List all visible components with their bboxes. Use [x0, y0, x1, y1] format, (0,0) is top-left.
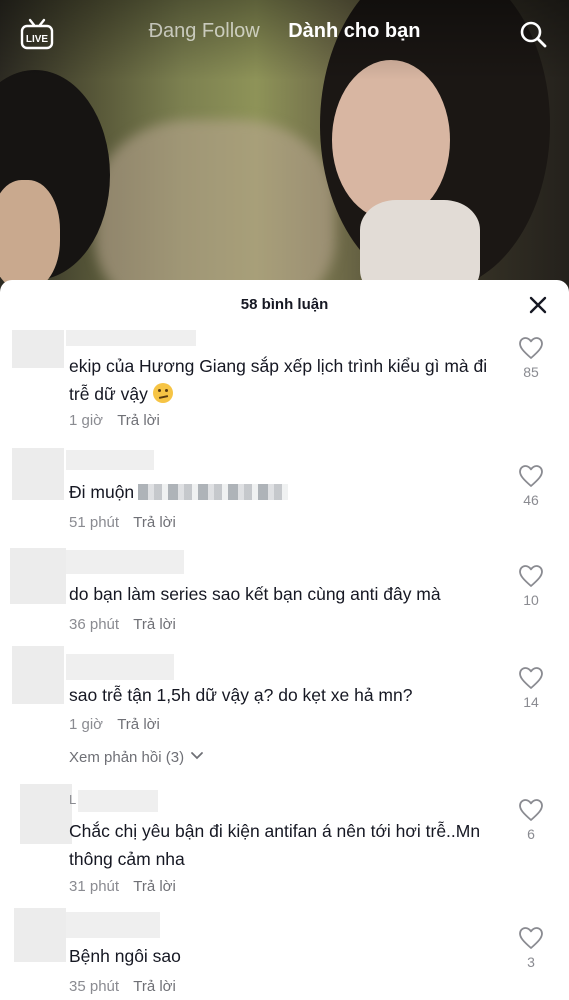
- username-initial: L: [69, 792, 77, 807]
- avatar[interactable]: [14, 908, 66, 962]
- like-count: 14: [523, 694, 539, 710]
- avatar[interactable]: [12, 646, 64, 704]
- avatar[interactable]: [12, 448, 64, 500]
- comment-time: 1 giờ: [69, 412, 104, 429]
- comment-meta: 1 giờ Trả lời: [69, 716, 160, 733]
- like-button[interactable]: 3: [511, 926, 551, 970]
- comment-item: do bạn làm series sao kết bạn cùng anti …: [0, 548, 569, 640]
- view-replies-button[interactable]: Xem phản hồi (3): [69, 749, 204, 766]
- comment-time: 31 phút: [69, 878, 120, 895]
- reply-button[interactable]: Trả lời: [117, 412, 160, 429]
- comment-meta: 36 phút Trả lời: [69, 616, 176, 633]
- username-redacted[interactable]: [66, 912, 160, 938]
- reply-button[interactable]: Trả lời: [133, 616, 176, 633]
- avatar[interactable]: [10, 548, 66, 604]
- search-icon[interactable]: [519, 20, 547, 48]
- comment-item: L Chắc chị yêu bận đi kiện antifan á nên…: [0, 784, 569, 902]
- heart-icon: [519, 465, 543, 487]
- comment-meta: 31 phút Trả lời: [69, 878, 176, 895]
- avatar[interactable]: [12, 330, 64, 368]
- comment-meta: 1 giờ Trả lời: [69, 412, 160, 429]
- username-redacted[interactable]: [78, 790, 158, 812]
- comment-time: 36 phút: [69, 616, 120, 633]
- comment-time: 1 giờ: [69, 716, 104, 733]
- reply-button[interactable]: Trả lời: [133, 514, 176, 531]
- like-button[interactable]: 10: [511, 564, 551, 608]
- comments-count-title: 58 bình luận: [240, 296, 329, 313]
- video-player[interactable]: [0, 0, 569, 300]
- like-count: 10: [523, 592, 539, 608]
- video-person-left-face: [0, 180, 60, 290]
- face-with-raised-eyebrow-icon: [152, 383, 173, 403]
- comment-text: ekip của Hương Giang sắp xếp lịch trình …: [69, 356, 488, 404]
- pixelated-redaction: [138, 484, 289, 500]
- heart-icon: [519, 565, 543, 587]
- comment-item: sao trễ tận 1,5h dữ vậy ạ? do kẹt xe hả …: [0, 646, 569, 776]
- comment-time: 35 phút: [69, 978, 120, 995]
- like-count: 85: [523, 364, 539, 380]
- comment-text: Bệnh ngôi sao: [69, 946, 181, 966]
- comment-item: Đi muộn 51 phút Trả lời 46: [0, 448, 569, 538]
- close-icon[interactable]: [529, 296, 547, 314]
- tab-following[interactable]: Đang Follow: [149, 20, 260, 43]
- video-frame-background: [95, 120, 335, 300]
- comment-item: ekip của Hương Giang sắp xếp lịch trình …: [0, 330, 569, 432]
- like-button[interactable]: 46: [511, 464, 551, 508]
- username-redacted[interactable]: [66, 550, 184, 574]
- comment-item: Bệnh ngôi sao 35 phút Trả lời 3: [0, 908, 569, 1000]
- like-count: 3: [527, 954, 535, 970]
- tab-for-you[interactable]: Dành cho bạn: [288, 20, 420, 43]
- avatar[interactable]: [20, 784, 72, 844]
- reply-button[interactable]: Trả lời: [133, 878, 176, 895]
- feed-tabs: Đang Follow Dành cho bạn: [0, 20, 569, 43]
- username-redacted[interactable]: [66, 330, 196, 346]
- comment-text: do bạn làm series sao kết bạn cùng anti …: [69, 584, 441, 604]
- comment-text: sao trễ tận 1,5h dữ vậy ạ? do kẹt xe hả …: [69, 685, 413, 705]
- comment-time: 51 phút: [69, 514, 120, 531]
- reply-button[interactable]: Trả lời: [117, 716, 160, 733]
- comment-text: Đi muộn: [69, 478, 501, 506]
- username-redacted[interactable]: [66, 450, 154, 470]
- heart-icon: [519, 337, 543, 359]
- heart-icon: [519, 667, 543, 689]
- heart-icon: [519, 799, 543, 821]
- chevron-down-icon: [191, 752, 204, 760]
- like-button[interactable]: 14: [511, 666, 551, 710]
- like-count: 6: [527, 826, 535, 842]
- username-redacted[interactable]: [66, 654, 174, 680]
- like-button[interactable]: 85: [511, 336, 551, 380]
- comments-header: 58 bình luận: [0, 280, 569, 330]
- comment-meta: 51 phút Trả lời: [69, 514, 176, 531]
- video-person-right-face: [332, 60, 450, 220]
- reply-button[interactable]: Trả lời: [133, 978, 176, 995]
- comment-meta: 35 phút Trả lời: [69, 978, 176, 995]
- comment-text: Chắc chị yêu bận đi kiện antifan á nên t…: [69, 821, 481, 869]
- heart-icon: [519, 927, 543, 949]
- like-count: 46: [523, 492, 539, 508]
- comments-sheet: 58 bình luận ekip của Hương Giang sắp xế…: [0, 280, 569, 1000]
- like-button[interactable]: 6: [511, 798, 551, 842]
